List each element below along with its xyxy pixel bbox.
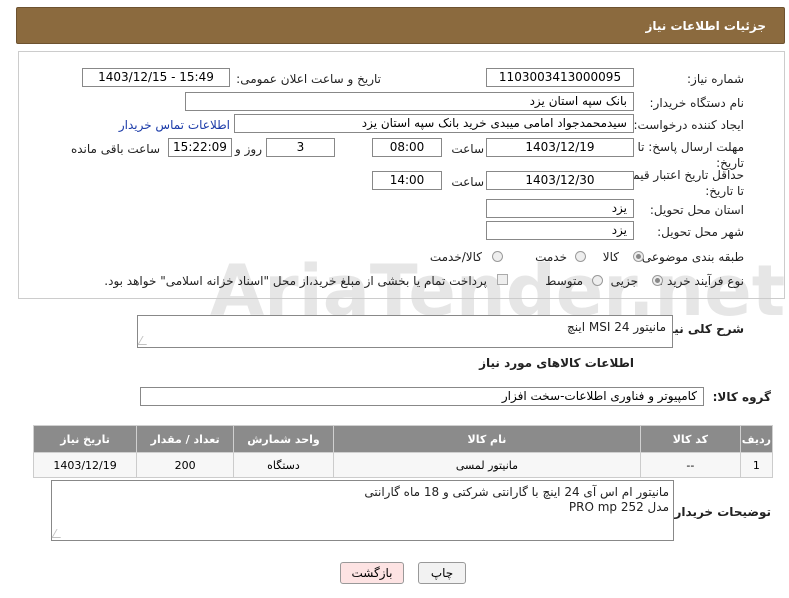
description-textarea[interactable]: مانیتور 24 MSI اینچ — [137, 315, 673, 348]
contact-info-link[interactable]: اطلاعات تماس خریدار — [119, 118, 230, 132]
col-code: کد کالا — [640, 425, 741, 453]
cell-date: 1403/12/19 — [32, 452, 138, 478]
col-row: ردیف — [739, 425, 774, 453]
price-hour-label: ساعت — [451, 175, 484, 189]
goods-table: ردیف کد کالا نام کالا واحد شمارش تعداد /… — [32, 425, 774, 478]
resize-grip-icon — [51, 529, 66, 538]
page-header: جزئیات اطلاعات نیاز — [16, 7, 785, 44]
city-label: شهر محل تحویل: — [657, 225, 744, 239]
requester-field: سیدمحمدجواد امامی میبدی خرید بانک سپه اس… — [234, 114, 634, 133]
goods-group-label: گروه کالا: — [712, 390, 771, 404]
category-radio-goods-service[interactable] — [492, 251, 503, 262]
process-radio-medium[interactable] — [592, 275, 603, 286]
col-qty: تعداد / مقدار — [136, 425, 235, 453]
goods-table-header: ردیف کد کالا نام کالا واحد شمارش تعداد /… — [32, 425, 774, 453]
need-number-field: 1103003413000095 — [486, 68, 634, 87]
buyer-notes-textarea[interactable]: مانیتور ام اس آی 24 اینچ با گارانتی شرکت… — [51, 480, 674, 541]
goods-section-title: اطلاعات کالاهای مورد نیاز — [479, 356, 634, 370]
reply-date-field: 1403/12/19 — [486, 138, 634, 157]
category-radio-goods[interactable] — [633, 251, 644, 262]
buyer-org-field: بانک سپه استان یزد — [185, 92, 634, 111]
cell-qty: 200 — [136, 452, 235, 478]
buyer-notes-label: توضیحات خریدار: — [669, 505, 771, 519]
announce-field: 1403/12/15 - 15:49 — [82, 68, 230, 87]
goods-group-field: کامپیوتر و فناوری اطلاعات-سخت افزار — [140, 387, 704, 406]
cell-code: -- — [640, 452, 741, 478]
category-label: طبقه بندی موضوعی: — [637, 250, 744, 264]
category-radio-service[interactable] — [575, 251, 586, 262]
days-label: روز و — [235, 142, 262, 156]
province-field: یزد — [486, 199, 634, 218]
days-field: 3 — [266, 138, 335, 157]
reply-hour-label: ساعت — [451, 142, 484, 156]
col-unit: واحد شمارش — [233, 425, 334, 453]
cell-unit: دستگاه — [233, 452, 334, 478]
price-date-field: 1403/12/30 — [486, 171, 634, 190]
category-option-service: خدمت — [535, 250, 567, 264]
process-option-minor: جزیی — [610, 274, 638, 288]
resize-grip-icon — [137, 336, 152, 345]
reply-time-field: 08:00 — [372, 138, 442, 157]
need-number-label: شماره نیاز: — [687, 72, 744, 86]
treasury-checkbox[interactable] — [497, 274, 508, 285]
cell-name: مانیتور لمسی — [332, 452, 642, 478]
requester-label: ایجاد کننده درخواست: — [633, 118, 744, 132]
buyer-org-label: نام دستگاه خریدار: — [649, 96, 745, 110]
col-name: نام کالا — [332, 425, 642, 453]
description-text: مانیتور 24 MSI اینچ — [567, 320, 666, 334]
remaining-label: ساعت باقی مانده — [70, 142, 160, 156]
print-button[interactable]: چاپ — [418, 562, 466, 584]
announce-label: تاریخ و ساعت اعلان عمومی: — [236, 72, 381, 86]
province-label: استان محل تحویل: — [649, 203, 744, 217]
remaining-time-field: 15:22:09 — [168, 138, 232, 157]
city-field: یزد — [486, 221, 634, 240]
buyer-notes-line2: مدل PRO mp 252 — [568, 500, 669, 514]
buyer-notes-line1: مانیتور ام اس آی 24 اینچ با گارانتی شرکت… — [364, 485, 669, 499]
back-button[interactable]: بازگشت — [340, 562, 404, 584]
category-option-goods: کالا — [602, 250, 619, 264]
payment-note: پرداخت تمام یا بخشی از مبلغ خرید،از محل … — [104, 274, 487, 288]
process-option-medium: متوسط — [545, 274, 583, 288]
col-date: تاریخ نیاز — [32, 425, 138, 453]
price-time-field: 14:00 — [372, 171, 442, 190]
table-row: 1 -- مانیتور لمسی دستگاه 200 1403/12/19 — [32, 452, 774, 478]
page-title: جزئیات اطلاعات نیاز — [645, 19, 766, 33]
category-option-goods-service: کالا/خدمت — [429, 250, 482, 264]
process-label: نوع فرآیند خرید : — [659, 274, 744, 288]
process-radio-minor[interactable] — [652, 275, 663, 286]
cell-row: 1 — [739, 452, 774, 478]
